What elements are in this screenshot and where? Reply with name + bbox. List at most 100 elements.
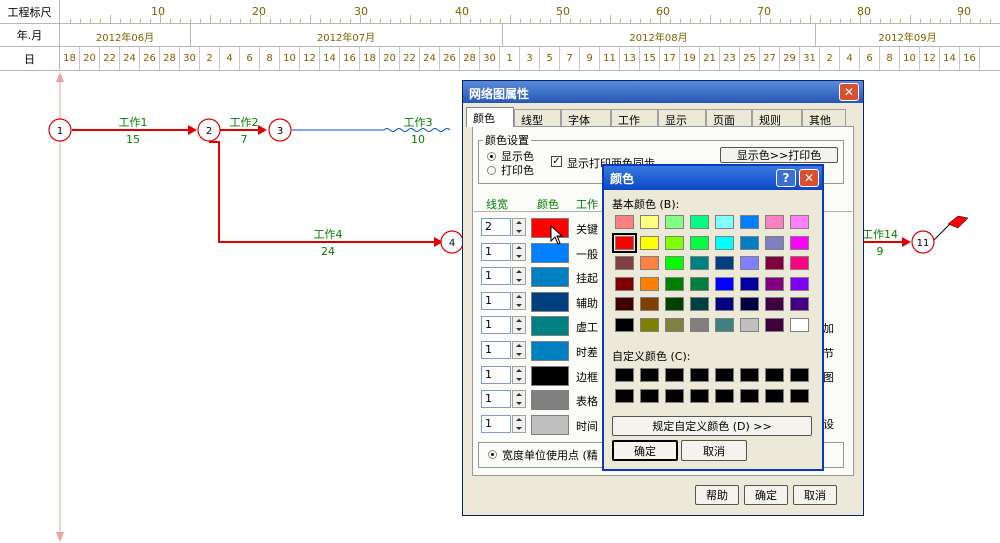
- basic-color-cell[interactable]: [615, 318, 634, 332]
- basic-color-cell[interactable]: [715, 256, 734, 271]
- line-color-swatch[interactable]: [531, 365, 569, 386]
- custom-color-cell[interactable]: [615, 368, 634, 382]
- basic-color-cell[interactable]: [765, 215, 784, 229]
- basic-color-cell[interactable]: [790, 297, 809, 312]
- custom-color-cell[interactable]: [615, 389, 634, 403]
- line-width-spinner[interactable]: [512, 316, 526, 335]
- props-ok-button[interactable]: 确定: [744, 485, 788, 505]
- tab-5[interactable]: 页面: [706, 109, 752, 127]
- print-color-radio[interactable]: [487, 166, 496, 175]
- tab-0[interactable]: 颜色: [466, 107, 514, 127]
- line-color-swatch[interactable]: [531, 414, 569, 435]
- custom-color-cell[interactable]: [790, 368, 809, 382]
- basic-color-cell[interactable]: [740, 318, 759, 332]
- help-question-icon[interactable]: ?: [776, 169, 796, 187]
- color-ok-button[interactable]: 确定: [612, 440, 678, 461]
- basic-color-cell[interactable]: [715, 235, 734, 250]
- basic-color-cell[interactable]: [640, 276, 659, 291]
- line-color-swatch[interactable]: [531, 242, 569, 263]
- line-width-spinner[interactable]: [512, 267, 526, 286]
- basic-color-cell[interactable]: [690, 276, 709, 291]
- basic-color-cell[interactable]: [665, 297, 684, 312]
- basic-color-cell[interactable]: [765, 276, 784, 291]
- basic-color-cell[interactable]: [640, 256, 659, 271]
- custom-color-cell[interactable]: [790, 389, 809, 403]
- line-width-spinner[interactable]: [512, 341, 526, 359]
- display-to-print-button[interactable]: 显示色>>打印色: [720, 147, 838, 163]
- line-width-input[interactable]: 1: [481, 267, 511, 286]
- line-width-input[interactable]: 1: [481, 316, 511, 335]
- basic-color-cell[interactable]: [690, 235, 709, 250]
- basic-color-cell[interactable]: [790, 318, 809, 332]
- custom-color-cell[interactable]: [665, 368, 684, 382]
- tab-1[interactable]: 线型: [514, 109, 561, 127]
- node-1[interactable]: 1: [48, 118, 72, 142]
- basic-color-cell[interactable]: [740, 235, 759, 250]
- line-width-input[interactable]: 1: [481, 414, 511, 433]
- basic-color-cell[interactable]: [665, 318, 684, 332]
- line-width-spinner[interactable]: [512, 242, 526, 261]
- basic-color-cell[interactable]: [690, 215, 709, 229]
- basic-color-cell[interactable]: [790, 256, 809, 271]
- color-dialog-close-icon[interactable]: ✕: [799, 169, 819, 187]
- color-cancel-button[interactable]: 取消: [681, 440, 747, 461]
- tab-3[interactable]: 工作: [611, 109, 658, 127]
- line-color-swatch[interactable]: [531, 341, 569, 361]
- basic-color-cell[interactable]: [740, 276, 759, 291]
- basic-color-cell[interactable]: [715, 276, 734, 291]
- basic-color-cell[interactable]: [665, 276, 684, 291]
- basic-color-cell[interactable]: [612, 232, 637, 253]
- basic-color-cell[interactable]: [615, 276, 634, 291]
- line-color-swatch[interactable]: [531, 316, 569, 337]
- basic-color-cell[interactable]: [640, 235, 659, 250]
- line-width-spinner[interactable]: [512, 390, 526, 409]
- props-dialog-titlebar[interactable]: 网络图属性: [463, 81, 863, 103]
- custom-color-cell[interactable]: [690, 389, 709, 403]
- basic-color-cell[interactable]: [665, 256, 684, 271]
- custom-color-cell[interactable]: [740, 389, 759, 403]
- help-button[interactable]: 帮助: [695, 485, 739, 505]
- basic-color-cell[interactable]: [715, 318, 734, 332]
- basic-color-cell[interactable]: [740, 215, 759, 229]
- custom-color-cell[interactable]: [640, 368, 659, 382]
- line-color-swatch[interactable]: [531, 291, 569, 312]
- tab-2[interactable]: 字体: [561, 109, 611, 127]
- line-width-spinner[interactable]: [512, 365, 526, 384]
- custom-color-cell[interactable]: [765, 368, 784, 382]
- tab-4[interactable]: 显示: [658, 109, 706, 127]
- basic-color-cell[interactable]: [790, 215, 809, 229]
- basic-color-cell[interactable]: [690, 318, 709, 332]
- line-width-spinner[interactable]: [512, 218, 526, 236]
- basic-color-cell[interactable]: [790, 276, 809, 291]
- line-width-input[interactable]: 1: [481, 291, 511, 310]
- line-width-spinner[interactable]: [512, 291, 526, 310]
- custom-color-cell[interactable]: [690, 368, 709, 382]
- node-3[interactable]: 3: [268, 118, 292, 142]
- basic-color-cell[interactable]: [740, 297, 759, 312]
- custom-color-cell[interactable]: [715, 368, 734, 382]
- basic-color-cell[interactable]: [665, 215, 684, 229]
- basic-color-cell[interactable]: [715, 215, 734, 229]
- basic-color-cell[interactable]: [615, 215, 634, 229]
- close-icon[interactable]: ✕: [839, 83, 859, 101]
- custom-color-cell[interactable]: [640, 389, 659, 403]
- line-width-spinner[interactable]: [512, 414, 526, 433]
- basic-color-cell[interactable]: [640, 318, 659, 332]
- basic-color-cell[interactable]: [665, 235, 684, 250]
- define-custom-colors-button[interactable]: 规定自定义颜色 (D) >>: [612, 416, 812, 436]
- line-width-input[interactable]: 1: [481, 341, 511, 359]
- basic-color-cell[interactable]: [640, 215, 659, 229]
- unit-point-radio[interactable]: [488, 450, 497, 459]
- basic-color-cell[interactable]: [740, 256, 759, 271]
- custom-color-cell[interactable]: [665, 389, 684, 403]
- custom-color-cell[interactable]: [740, 368, 759, 382]
- basic-color-cell[interactable]: [765, 297, 784, 312]
- node-4[interactable]: 4: [440, 230, 464, 254]
- basic-color-cell[interactable]: [690, 297, 709, 312]
- display-color-radio[interactable]: [487, 152, 496, 161]
- custom-color-cell[interactable]: [715, 389, 734, 403]
- props-cancel-button[interactable]: 取消: [793, 485, 837, 505]
- basic-color-cell[interactable]: [690, 256, 709, 271]
- basic-color-cell[interactable]: [765, 318, 784, 332]
- line-color-swatch[interactable]: [531, 390, 569, 411]
